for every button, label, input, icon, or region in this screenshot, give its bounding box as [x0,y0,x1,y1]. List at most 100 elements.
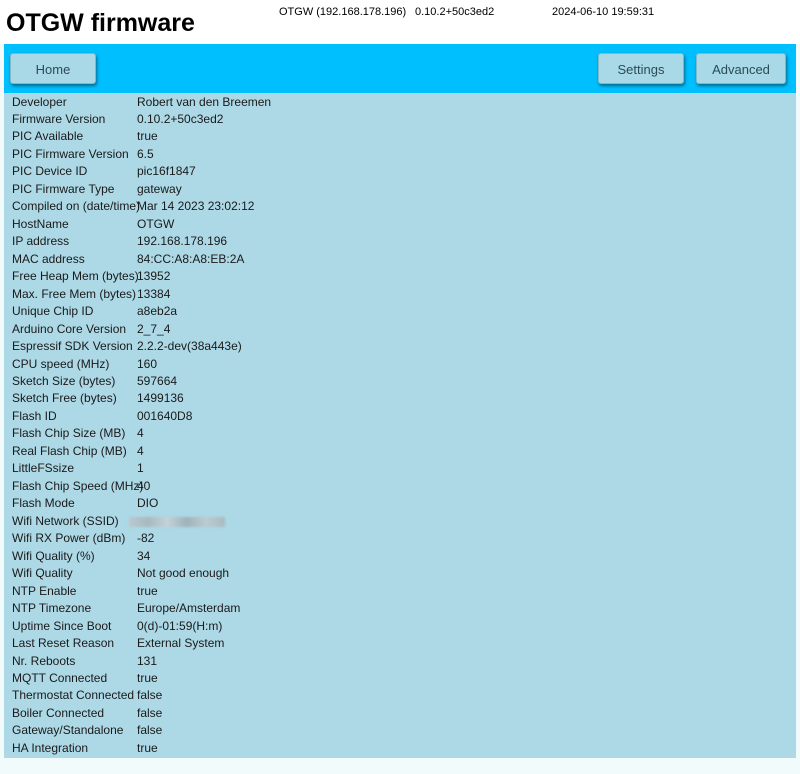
info-value: 84:CC:A8:A8:EB:2A [137,251,245,266]
info-row: IP address 192.168.178.196 [4,233,796,251]
info-value: 160 [137,356,158,371]
info-row: Arduino Core Version 2_7_4 [4,321,796,339]
info-row: Boiler Connected false [4,705,796,723]
info-value: 34 [137,548,151,563]
info-label: Wifi RX Power (dBm) [12,531,126,546]
info-label: Firmware Version [12,111,106,126]
info-row: Flash Chip Speed (MHz) 40 [4,478,796,496]
info-row: PIC Device ID pic16f1847 [4,163,796,181]
info-label: Arduino Core Version [12,321,127,336]
info-value: 6.5 [137,146,154,161]
host-info: OTGW (192.168.178.196) [279,6,407,18]
info-label: CPU speed (MHz) [12,356,110,371]
info-label: Wifi Quality [12,566,73,581]
info-label: Free Heap Mem (bytes) [12,269,139,284]
info-row: Flash Mode DIO [4,495,796,513]
info-row: Uptime Since Boot 0(d)-01:59(H:m) [4,618,796,636]
redacted-value [129,516,225,527]
info-row: Compiled on (date/time) Mar 14 2023 23:02… [4,198,796,216]
info-label: Uptime Since Boot [12,618,112,633]
info-value: 2.2.2-dev(38a443e) [137,339,242,354]
info-value: 13952 [137,269,171,284]
info-row: Last Reset Reason External System [4,635,796,653]
version-info: 0.10.2+50c3ed2 [415,6,495,18]
info-row: Developer Robert van den Breemen [4,94,796,112]
info-value: gateway [137,181,182,196]
info-label: Unique Chip ID [12,304,94,319]
info-value: 1 [137,461,144,476]
info-label: Wifi Network (SSID) [12,513,119,528]
info-value: -82 [137,531,155,546]
info-value: true [137,740,158,755]
info-row: LittleFSsize 1 [4,460,796,478]
info-label: Espressif SDK Version [12,339,133,354]
info-label: Flash ID [12,408,57,423]
settings-button[interactable]: Settings [598,53,684,84]
info-value: 4 [137,426,144,441]
info-row: Gateway/Standalone false [4,722,796,740]
info-row: Nr. Reboots 131 [4,653,796,671]
info-row: Max. Free Mem (bytes) 13384 [4,286,796,304]
info-row: PIC Available true [4,128,796,146]
info-label: HostName [12,216,69,231]
info-label: MAC address [12,251,85,266]
app-title: OTGW firmware [6,9,195,37]
info-value: true [137,583,158,598]
info-value: 001640D8 [137,408,193,423]
info-row: CPU speed (MHz) 160 [4,356,796,374]
info-label: Sketch Size (bytes) [12,374,116,389]
info-row: Flash Chip Size (MB) 4 [4,425,796,443]
info-value: 0.10.2+50c3ed2 [137,111,224,126]
info-label: PIC Firmware Type [12,181,115,196]
info-label: Wifi Quality (%) [12,548,95,563]
info-value: false [137,705,163,720]
info-label: HA Integration [12,740,89,755]
info-row: Thermostat Connected false [4,687,796,705]
nav-bar: Home Settings Advanced [4,44,796,93]
info-value: OTGW [137,216,175,231]
info-value: Not good enough [137,566,230,581]
info-label: Thermostat Connected [12,688,135,703]
info-value: 192.168.178.196 [137,234,228,249]
info-row: NTP Enable true [4,583,796,601]
info-value: 1499136 [137,391,184,406]
info-row: Sketch Size (bytes) 597664 [4,373,796,391]
info-label: Compiled on (date/time) [12,199,141,214]
device-info-panel: Developer Robert van den Breemen Firmware … [4,93,796,758]
info-label: Real Flash Chip (MB) [12,443,127,458]
info-value: 597664 [137,374,178,389]
info-value: false [137,723,163,738]
info-value: Mar 14 2023 23:02:12 [137,199,255,214]
info-label: PIC Device ID [12,164,88,179]
info-value: 13384 [137,286,171,301]
page-header: OTGW firmware OTGW (192.168.178.196) 0.1… [0,0,800,44]
info-row: Firmware Version 0.10.2+50c3ed2 [4,111,796,129]
info-value: 4 [137,443,144,458]
info-row: NTP Timezone Europe/Amsterdam [4,600,796,618]
info-value: 40 [137,478,151,493]
info-label: Nr. Reboots [12,653,76,668]
info-label: Max. Free Mem (bytes) [12,286,137,301]
info-value: Europe/Amsterdam [137,601,241,616]
info-value: External System [137,636,225,651]
advanced-button[interactable]: Advanced [696,53,786,84]
info-row: MQTT Connected true [4,670,796,688]
info-label: NTP Timezone [12,601,92,616]
info-row: Wifi Network (SSID) [4,513,796,531]
info-label: Boiler Connected [12,705,105,720]
info-row: Wifi Quality (%) 34 [4,548,796,566]
info-row: Real Flash Chip (MB) 4 [4,443,796,461]
info-row: HostName OTGW [4,216,796,234]
info-value: 131 [137,653,158,668]
info-label: Sketch Free (bytes) [12,391,117,406]
info-label: LittleFSsize [12,461,75,476]
datetime-info: 2024-06-10 19:59:31 [552,6,655,18]
info-row: Free Heap Mem (bytes) 13952 [4,268,796,286]
info-value: Robert van den Breemen [137,94,272,109]
info-value: a8eb2a [137,304,178,319]
info-label: PIC Available [12,129,84,144]
home-button[interactable]: Home [10,53,96,84]
info-row: MAC address 84:CC:A8:A8:EB:2A [4,251,796,269]
info-label: Gateway/Standalone [12,723,124,738]
info-row: Flash ID 001640D8 [4,408,796,426]
